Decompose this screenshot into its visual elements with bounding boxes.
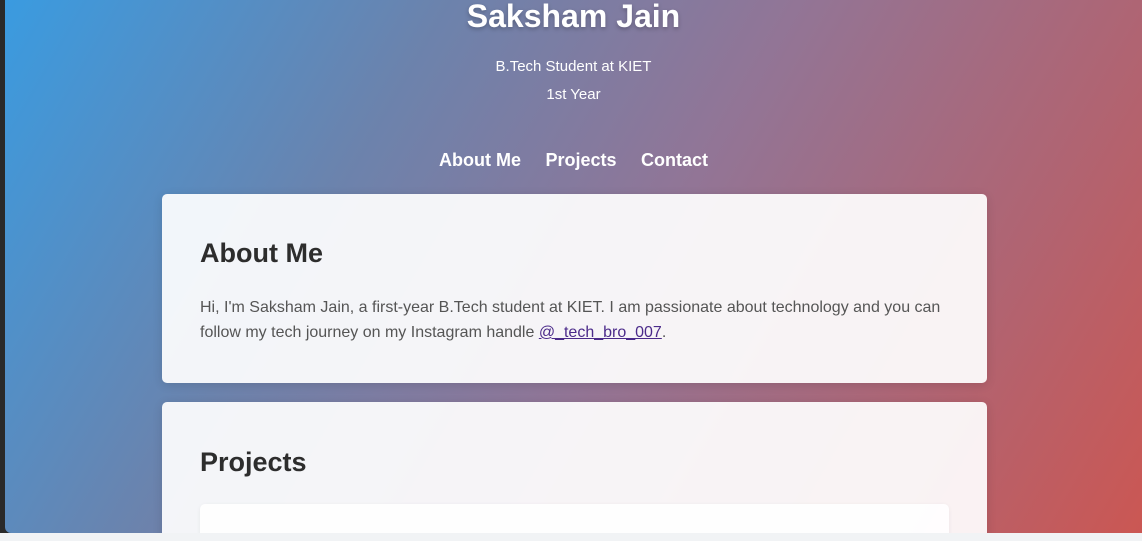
about-text: Hi, I'm Saksham Jain, a first-year B.Tec… (200, 295, 960, 345)
instagram-link[interactable]: @_tech_bro_007 (539, 324, 662, 341)
nav-link-contact[interactable]: Contact (641, 150, 708, 171)
nav-link-projects[interactable]: Projects (545, 150, 616, 171)
about-text-end: . (661, 324, 667, 341)
nav-link-about[interactable]: About Me (439, 150, 521, 171)
main-nav: About Me Projects Contact (5, 150, 1142, 171)
about-section: About Me Hi, I'm Saksham Jain, a first-y… (162, 194, 987, 383)
projects-heading: Projects (200, 447, 307, 477)
subtitle-degree: B.Tech Student at KIET (495, 58, 652, 75)
about-heading: About Me (200, 238, 323, 268)
page-viewport: Saksham Jain B.Tech Student at KIET 1st … (5, 0, 1142, 533)
projects-section: Projects (162, 402, 987, 533)
bottom-strip (0, 533, 1142, 541)
subtitle-year: 1st Year (546, 86, 601, 103)
site-title: Saksham Jain (466, 0, 681, 34)
project-card (200, 504, 949, 533)
